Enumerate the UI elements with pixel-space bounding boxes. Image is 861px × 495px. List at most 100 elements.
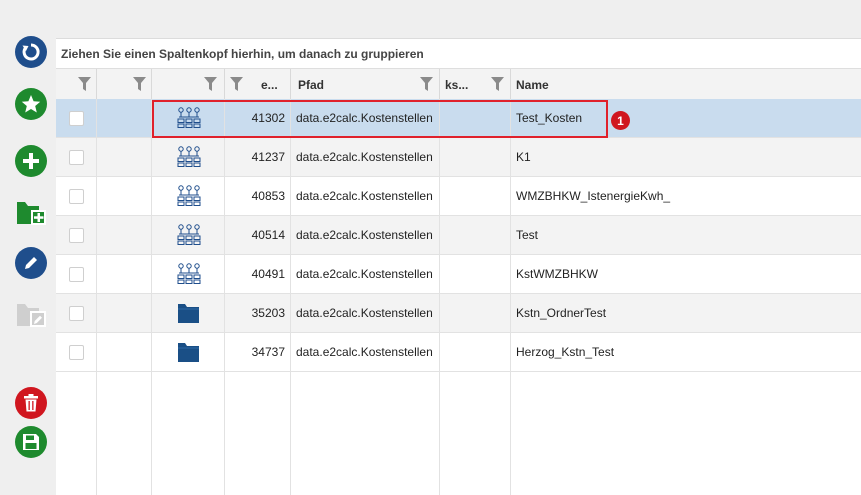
row-name: Kstn_OrdnerTest (516, 306, 607, 320)
row-name: KstWMZBHKW (516, 267, 598, 281)
table-row[interactable]: 41237 data.e2calc.Kostenstellen K1 (56, 138, 861, 177)
header-id[interactable]: e... (225, 69, 291, 99)
row-blank-cell (97, 177, 152, 215)
row-path-cell: data.e2calc.Kostenstellen (291, 216, 440, 254)
folder-add-icon (17, 202, 46, 225)
top-band (0, 0, 861, 39)
network-icon (176, 107, 202, 132)
header-select[interactable] (56, 69, 97, 99)
row-select-cell (56, 99, 97, 137)
row-type-cell (152, 138, 225, 176)
row-blank-cell (97, 138, 152, 176)
edit-button[interactable] (14, 246, 48, 280)
row-path: data.e2calc.Kostenstellen (296, 150, 433, 164)
row-select-cell (56, 255, 97, 293)
row-path-cell: data.e2calc.Kostenstellen (291, 99, 440, 137)
filter-icon[interactable] (133, 77, 146, 91)
refresh-icon (15, 36, 47, 68)
folder-edit-icon (17, 304, 46, 327)
row-select-cell (56, 294, 97, 332)
row-id: 41237 (251, 150, 285, 164)
add-button[interactable] (14, 144, 48, 178)
header-name[interactable]: Name (511, 69, 861, 99)
favorite-button[interactable] (14, 87, 48, 121)
row-name-cell: Herzog_Kstn_Test (511, 333, 861, 371)
row-blank-cell (97, 216, 152, 254)
row-checkbox[interactable] (69, 228, 84, 243)
row-path-cell: data.e2calc.Kostenstellen (291, 255, 440, 293)
save-button[interactable] (14, 425, 48, 459)
row-id-cell: 40853 (225, 177, 291, 215)
refresh-button[interactable] (14, 35, 48, 69)
table-row[interactable]: 34737 data.e2calc.Kostenstellen Herzog_Kst… (56, 333, 861, 372)
group-by-drop-zone[interactable]: Ziehen Sie einen Spaltenkopf hierhin, um… (56, 39, 861, 69)
row-name-cell: WMZBHKW_IstenergieKwh_ (511, 177, 861, 215)
row-blank-cell (97, 99, 152, 137)
row-ks-cell (440, 216, 511, 254)
row-ks-cell (440, 255, 511, 293)
save-icon (15, 426, 47, 458)
row-select-cell (56, 177, 97, 215)
row-path: data.e2calc.Kostenstellen (296, 267, 433, 281)
header-path[interactable]: Pfad (291, 69, 440, 99)
header-ks[interactable]: ks... (440, 69, 511, 99)
column-divider (96, 99, 97, 495)
filter-icon[interactable] (78, 77, 91, 91)
row-path-cell: data.e2calc.Kostenstellen (291, 138, 440, 176)
plus-icon (15, 145, 47, 177)
row-path-cell: data.e2calc.Kostenstellen (291, 177, 440, 215)
header-path-label: Pfad (298, 78, 325, 92)
row-name: K1 (516, 150, 531, 164)
row-id: 34737 (251, 345, 285, 359)
filter-icon[interactable] (420, 77, 433, 91)
row-path-cell: data.e2calc.Kostenstellen (291, 294, 440, 332)
row-ks-cell (440, 138, 511, 176)
star-icon (15, 88, 47, 120)
table-row[interactable]: 35203 data.e2calc.Kostenstellen Kstn_Ordne… (56, 294, 861, 333)
filter-icon[interactable] (204, 77, 217, 91)
header-blank[interactable] (97, 69, 152, 99)
delete-button[interactable] (14, 386, 48, 420)
filter-icon[interactable] (230, 77, 243, 91)
row-type-cell (152, 216, 225, 254)
row-ks-cell (440, 177, 511, 215)
row-checkbox[interactable] (69, 150, 84, 165)
data-grid: e... Pfad ks... Name 41302 data.e2calc.Ko… (56, 69, 861, 495)
row-blank-cell (97, 294, 152, 332)
row-id: 40853 (251, 189, 285, 203)
row-checkbox[interactable] (69, 267, 84, 282)
row-name: WMZBHKW_IstenergieKwh_ (516, 189, 671, 203)
row-checkbox[interactable] (69, 189, 84, 204)
folder-icon (176, 341, 202, 366)
filter-icon[interactable] (491, 77, 504, 91)
row-id-cell: 40491 (225, 255, 291, 293)
action-toolbar (0, 0, 56, 495)
header-type[interactable] (152, 69, 225, 99)
group-by-hint: Ziehen Sie einen Spaltenkopf hierhin, um… (61, 47, 424, 61)
row-id-cell: 34737 (225, 333, 291, 371)
edit-folder-button[interactable] (14, 297, 48, 331)
table-row[interactable]: 40514 data.e2calc.Kostenstellen Test (56, 216, 861, 255)
annotation-badge: 1 (611, 111, 630, 130)
network-icon (176, 146, 202, 171)
row-checkbox[interactable] (69, 111, 84, 126)
row-checkbox[interactable] (69, 345, 84, 360)
row-path: data.e2calc.Kostenstellen (296, 306, 433, 320)
row-select-cell (56, 138, 97, 176)
table-row[interactable]: 40853 data.e2calc.Kostenstellen WMZBHKW_Is… (56, 177, 861, 216)
row-type-cell (152, 333, 225, 371)
row-path-cell: data.e2calc.Kostenstellen (291, 333, 440, 371)
table-row[interactable]: 41302 data.e2calc.Kostenstellen Test_Koste… (56, 99, 861, 138)
row-id: 40514 (251, 228, 285, 242)
row-checkbox[interactable] (69, 306, 84, 321)
row-ks-cell (440, 333, 511, 371)
header-id-label: e... (261, 78, 278, 92)
column-divider (224, 99, 225, 495)
table-row[interactable]: 40491 data.e2calc.Kostenstellen KstWMZBHKW (56, 255, 861, 294)
row-name: Test (516, 228, 539, 242)
row-type-cell (152, 99, 225, 137)
row-path: data.e2calc.Kostenstellen (296, 111, 433, 125)
row-id: 35203 (251, 306, 285, 320)
add-folder-button[interactable] (14, 195, 48, 229)
row-name-cell: Test_Kosten (511, 99, 861, 137)
